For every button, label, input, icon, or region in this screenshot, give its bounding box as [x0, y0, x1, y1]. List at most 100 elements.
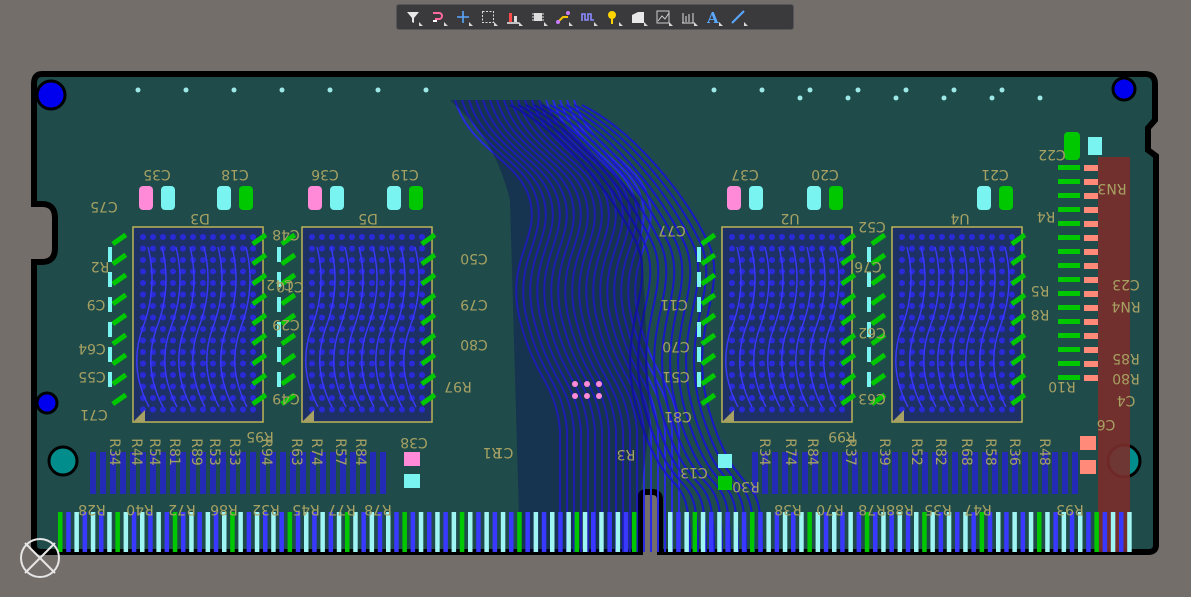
- bga-pad: [739, 234, 745, 240]
- bga-pad: [759, 406, 765, 413]
- bga-pad: [929, 360, 935, 367]
- silkscreen-label: C19: [391, 166, 419, 182]
- cap-pad: [727, 186, 741, 210]
- bga-pad: [959, 360, 965, 367]
- bga-pad: [809, 245, 815, 252]
- bga-pad: [769, 314, 775, 321]
- finger: [799, 512, 804, 552]
- finger: [107, 512, 112, 552]
- bga-pad: [140, 280, 146, 286]
- finger: [758, 512, 763, 552]
- finger: [574, 512, 580, 552]
- bga-pad: [899, 349, 905, 355]
- bga-pad: [409, 360, 415, 367]
- resistor-array: [1072, 452, 1078, 494]
- bga-pad: [220, 314, 226, 321]
- bga-pad: [409, 349, 415, 355]
- navigation-origin-icon[interactable]: [19, 537, 61, 579]
- finger: [709, 512, 714, 552]
- bga-pad: [959, 383, 965, 390]
- bga-pad: [799, 234, 805, 240]
- bga-pad: [799, 257, 805, 263]
- bga-pad: [230, 383, 236, 390]
- bga-pad: [240, 234, 246, 240]
- bga-pad: [769, 349, 775, 355]
- bga-pad: [729, 303, 735, 309]
- silkscreen-label: C71: [80, 406, 108, 422]
- bga-pad: [200, 349, 206, 355]
- bga-pad: [140, 245, 146, 252]
- finger: [394, 512, 399, 552]
- bga-pad: [989, 383, 995, 390]
- silkscreen-label: R39: [876, 438, 892, 466]
- bga-pad: [210, 349, 216, 355]
- bga-pad: [230, 406, 236, 413]
- bga-pad: [339, 383, 345, 390]
- bga-pad: [419, 326, 425, 332]
- finger: [1086, 512, 1091, 552]
- bga-pad: [309, 234, 315, 240]
- finger: [509, 512, 514, 552]
- silkscreen-label: R81: [166, 438, 182, 466]
- rn-pad: [1084, 165, 1098, 171]
- bga-pad: [959, 291, 965, 298]
- bga-pad: [949, 326, 955, 332]
- bga-pad: [379, 280, 385, 286]
- finger: [550, 512, 555, 552]
- finger: [148, 512, 153, 552]
- bga-pad: [250, 326, 256, 332]
- bga-pad: [389, 268, 395, 275]
- finger: [717, 512, 722, 552]
- bga-pad: [399, 234, 405, 240]
- bga-pad: [170, 372, 176, 378]
- bga-pad: [919, 337, 925, 344]
- bga-pad: [969, 406, 975, 413]
- finger: [856, 512, 862, 552]
- bga-pad: [779, 314, 785, 321]
- bga-pad: [240, 360, 246, 367]
- finger: [591, 512, 596, 552]
- bga-pad: [829, 234, 835, 240]
- bga-pad: [359, 234, 365, 240]
- finger: [222, 512, 227, 552]
- bga-pad: [969, 349, 975, 355]
- bga-pad: [319, 234, 325, 240]
- bga-pad: [140, 303, 146, 309]
- pcb-board-svg[interactable]: C35 C18 C36 C19 C37 C20 C21 D3 D5 U2 U4 C75 R2 C9 C64 C…: [0, 0, 1191, 597]
- bga-pad: [319, 406, 325, 413]
- bga-pad: [170, 245, 176, 252]
- finger: [558, 512, 563, 552]
- bga-pad: [959, 268, 965, 275]
- bga-pad: [939, 257, 945, 263]
- bga-pad: [739, 303, 745, 309]
- bga-pad: [389, 245, 395, 252]
- bga-pad: [769, 234, 775, 240]
- bga-pad: [789, 268, 795, 275]
- finger: [99, 512, 104, 552]
- bga-pad: [779, 395, 785, 401]
- bga-pad: [789, 280, 795, 286]
- bga-pad: [809, 303, 815, 309]
- silkscreen-label: R74: [782, 438, 798, 466]
- bga-pad: [729, 349, 735, 355]
- resistor-array: [250, 452, 256, 494]
- bga-pad: [729, 234, 735, 240]
- bga-pad: [369, 349, 375, 355]
- finger: [1053, 512, 1058, 552]
- via: [989, 95, 995, 101]
- resistor-pad: [697, 347, 701, 362]
- finger: [815, 512, 821, 552]
- resistor-pad: [697, 297, 701, 312]
- via: [596, 381, 602, 387]
- silkscreen-label: C35: [143, 166, 171, 182]
- part-pad: [1080, 436, 1096, 450]
- bga-pad: [929, 372, 935, 378]
- bga-pad: [240, 406, 246, 413]
- bga-pad: [969, 303, 975, 309]
- resistor-pad: [277, 347, 281, 362]
- via: [596, 393, 602, 399]
- bga-pad: [250, 234, 256, 240]
- rn-pad: [1058, 249, 1080, 254]
- pcb-canvas[interactable]: C35 C18 C36 C19 C37 C20 C21 D3 D5 U2 U4 C75 R2 C9 C64 C…: [0, 0, 1191, 597]
- bga-pad: [959, 326, 965, 332]
